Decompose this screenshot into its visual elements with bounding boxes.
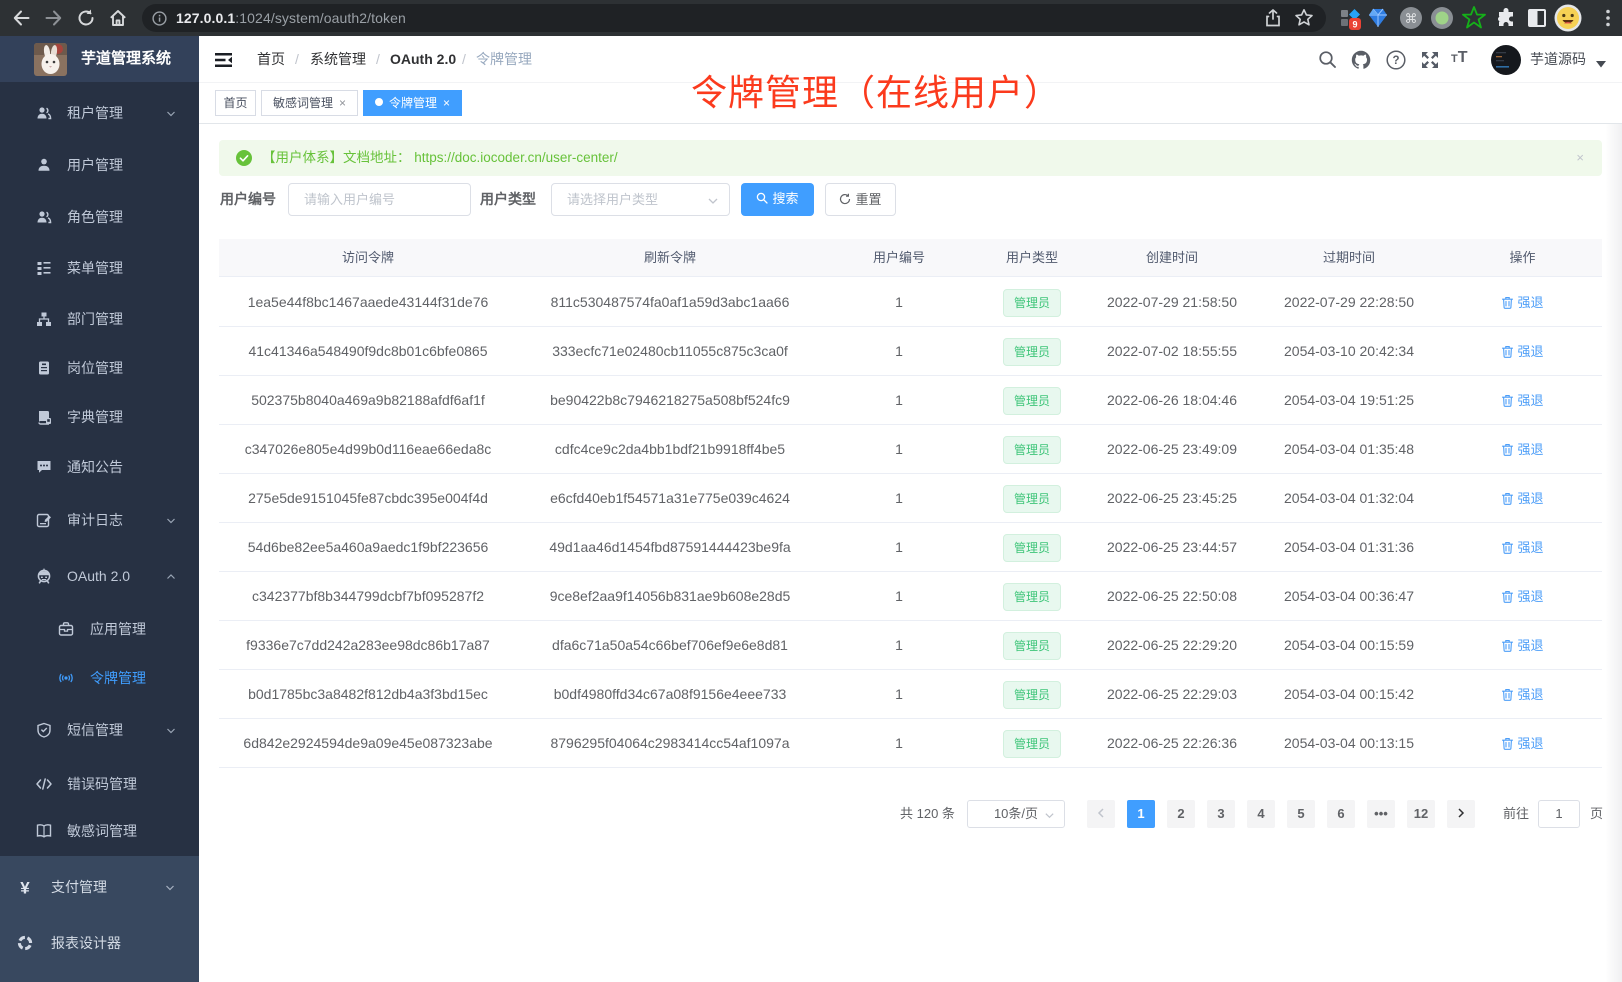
svg-text:9: 9 bbox=[1352, 20, 1357, 30]
svg-text:¥: ¥ bbox=[20, 879, 30, 895]
svg-text:⌘: ⌘ bbox=[1405, 11, 1418, 26]
svg-text:?: ? bbox=[1392, 55, 1399, 67]
